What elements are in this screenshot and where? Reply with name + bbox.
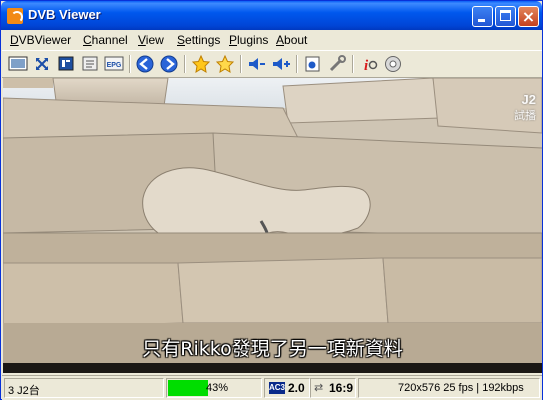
osd-icon[interactable] xyxy=(79,54,101,74)
channel-watermark: J2 試播 xyxy=(514,92,536,123)
toolbar-separator xyxy=(129,55,131,73)
menu-plugins[interactable]: Plugins xyxy=(229,33,268,47)
forward-icon[interactable] xyxy=(158,54,180,74)
channel-name: 3 J2台 xyxy=(8,385,40,397)
window-title: DVB Viewer xyxy=(28,7,101,22)
menu-settings[interactable]: Settings xyxy=(177,33,220,47)
dvb-app-icon xyxy=(7,8,23,24)
toolbar-separator xyxy=(240,55,242,73)
watermark-logo: J2 xyxy=(521,92,536,107)
record-icon[interactable] xyxy=(302,54,324,74)
subtitle-text: 只有Rikko發現了另一項新資料 xyxy=(142,338,403,360)
watermark-text: 試播 xyxy=(514,110,536,122)
info-icon[interactable]: i xyxy=(358,54,380,74)
signal-fill xyxy=(168,380,208,396)
menu-dvbviewer[interactable]: DVBViewer xyxy=(10,33,71,47)
video-image xyxy=(3,78,542,373)
favorite-icon[interactable] xyxy=(190,54,212,74)
toolbar-separator xyxy=(296,55,298,73)
toolbar: EPG i xyxy=(2,50,542,78)
resolution-cell: 720x576 25 fps | 192kbps xyxy=(358,378,540,398)
signal-meter: 43% xyxy=(166,378,262,398)
toolbar-separator xyxy=(352,55,354,73)
maximize-button[interactable] xyxy=(495,6,516,27)
title-bar[interactable]: DVB Viewer × xyxy=(1,1,542,30)
maximize-icon xyxy=(500,10,511,21)
app-window: DVB Viewer × DVBViewer Channel View Sett… xyxy=(0,0,543,400)
aspect-cell: ⇄ 16:9 xyxy=(310,378,356,398)
ac3-icon: AC3 xyxy=(269,382,286,394)
audio-cell: AC3 2.0 xyxy=(264,378,310,398)
channel-cell: 3 J2台 xyxy=(4,378,164,398)
close-button[interactable]: × xyxy=(518,6,539,27)
disc-icon[interactable] xyxy=(382,54,404,74)
video-frame[interactable]: J2 試播 只有Rikko發現了另一項新資料 xyxy=(3,78,542,373)
resolution-info: 720x576 25 fps | 192kbps xyxy=(398,382,524,394)
status-bar: 3 J2台 43% AC3 2.0 ⇄ 16:9 720x576 25 fps … xyxy=(2,375,542,400)
menu-bar: DVBViewer Channel View Settings Plugins … xyxy=(2,30,542,50)
menu-channel[interactable]: Channel xyxy=(83,33,128,47)
toolbar-separator xyxy=(184,55,186,73)
volume-up-icon[interactable] xyxy=(270,54,292,74)
fullscreen-icon[interactable] xyxy=(31,54,53,74)
signal-label: 43% xyxy=(206,382,229,394)
monitor-icon[interactable] xyxy=(7,54,29,74)
menu-about[interactable]: About xyxy=(276,33,307,47)
back-icon[interactable] xyxy=(134,54,156,74)
menu-view[interactable]: View xyxy=(138,33,164,47)
close-icon: × xyxy=(521,7,536,26)
settings-icon[interactable] xyxy=(326,54,348,74)
svg-text:i: i xyxy=(364,58,369,74)
volume-down-icon[interactable] xyxy=(246,54,268,74)
favorites-icon[interactable] xyxy=(214,54,236,74)
aspect-icon: ⇄ xyxy=(314,381,324,394)
minimize-icon xyxy=(478,19,485,22)
epg-icon[interactable]: EPG xyxy=(103,54,125,74)
epg-label: EPG xyxy=(107,62,122,69)
audio-channels: 2.0 xyxy=(288,381,305,395)
teletext-icon[interactable] xyxy=(55,54,77,74)
minimize-button[interactable] xyxy=(472,6,493,27)
aspect-ratio: 16:9 xyxy=(329,381,354,395)
